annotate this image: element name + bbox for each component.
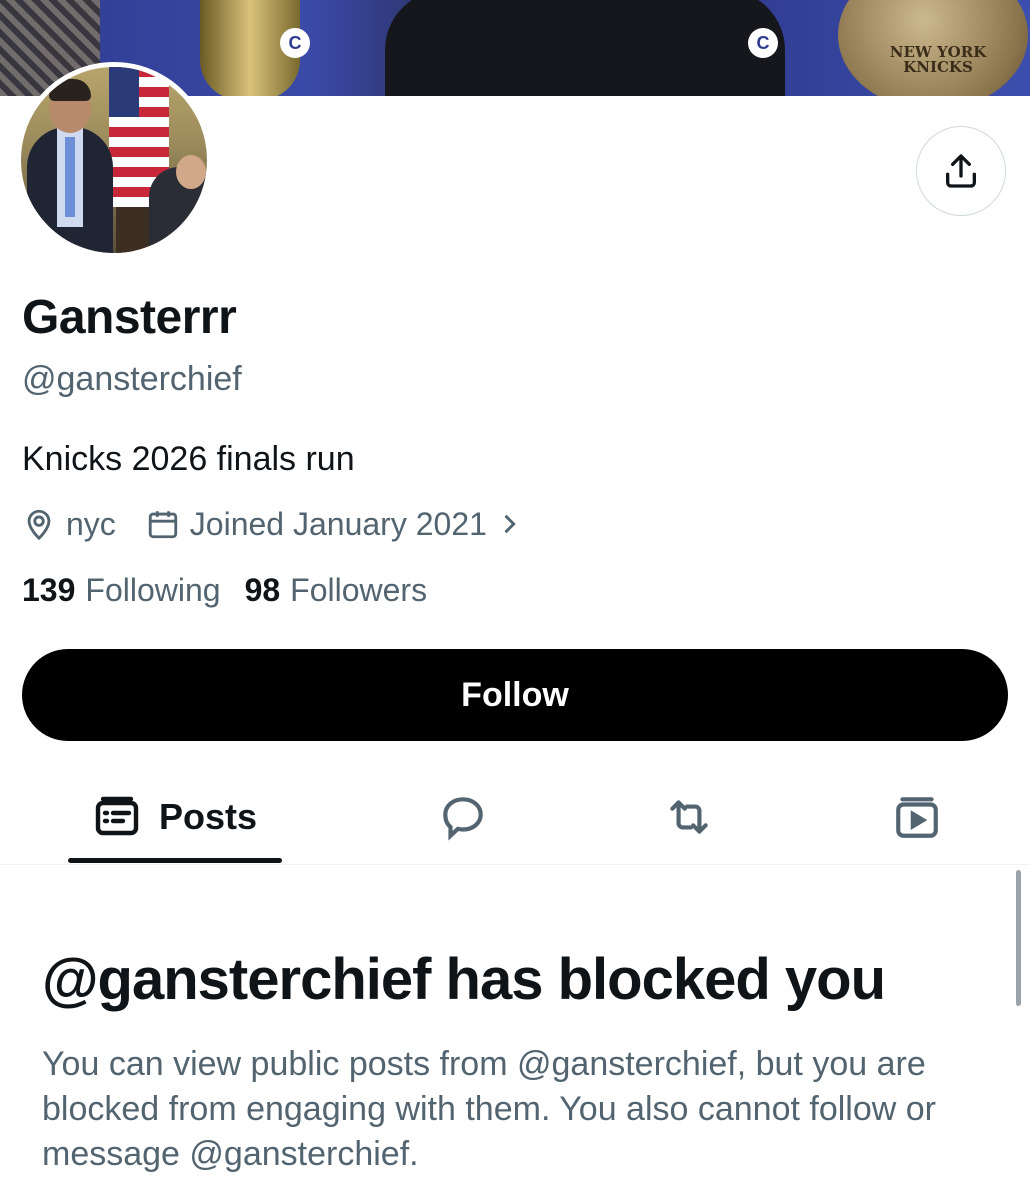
blocked-message: You can view public posts from @gansterc… (42, 1045, 936, 1173)
follow-button[interactable]: Follow (22, 649, 1008, 741)
followers-label: Followers (290, 572, 428, 608)
banner-logo: C (280, 28, 310, 58)
profile-name: Gansterrr (22, 291, 237, 344)
profile-stats: 139 Following 98 Followers (22, 572, 451, 609)
posts-icon (95, 796, 139, 836)
share-icon (946, 154, 976, 188)
active-tab-indicator (68, 858, 282, 863)
avatar-photo (21, 67, 207, 253)
share-button[interactable] (916, 126, 1006, 216)
media-icon (896, 797, 938, 838)
location-text: nyc (66, 505, 116, 542)
tab-reposts[interactable] (646, 770, 732, 864)
banner-basketball: NEW YORK KNICKS (838, 0, 1028, 96)
reposts-icon (670, 800, 708, 834)
avatar[interactable] (16, 62, 212, 258)
joined-item[interactable]: Joined January 2021 (146, 506, 523, 543)
location-pin-icon (27, 509, 51, 541)
tab-posts[interactable]: Posts (68, 770, 282, 864)
following-count: 139 (22, 572, 76, 608)
chevron-right-icon (504, 514, 516, 534)
banner-person (385, 0, 785, 96)
followers-link[interactable]: 98 Followers (245, 572, 428, 609)
scrollbar[interactable] (1016, 870, 1021, 1006)
tab-media[interactable] (874, 770, 960, 864)
profile-meta: nyc Joined January 2021 (22, 504, 553, 544)
followers-count: 98 (244, 572, 281, 608)
profile-tabs: Posts (0, 770, 1030, 865)
replies-icon (443, 797, 483, 841)
following-label: Following (85, 572, 221, 608)
banner-logo: C (748, 28, 778, 58)
calendar-icon (148, 511, 177, 539)
profile-handle: @gansterchief (22, 360, 242, 398)
profile-bio: Knicks 2026 finals run (22, 440, 355, 478)
location-item: nyc (22, 506, 116, 543)
blocked-title: @gansterchief has blocked you (42, 947, 886, 1012)
tab-replies[interactable] (420, 770, 506, 864)
joined-text: Joined January 2021 (189, 505, 487, 542)
ball-text: NEW YORK KNICKS (889, 43, 987, 76)
tab-posts-label: Posts (158, 796, 258, 837)
following-link[interactable]: 139 Following (22, 572, 221, 609)
